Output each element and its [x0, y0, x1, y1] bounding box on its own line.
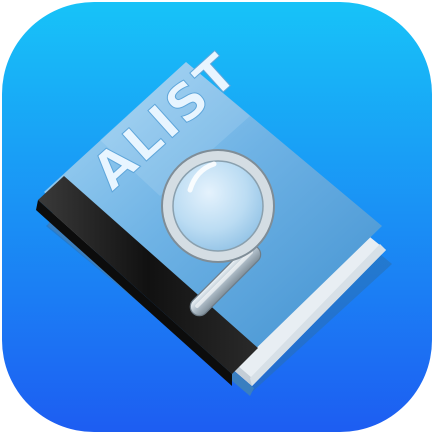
app-icon: ALIST — [0, 0, 434, 434]
app-icon-artwork: ALIST — [2, 2, 432, 432]
